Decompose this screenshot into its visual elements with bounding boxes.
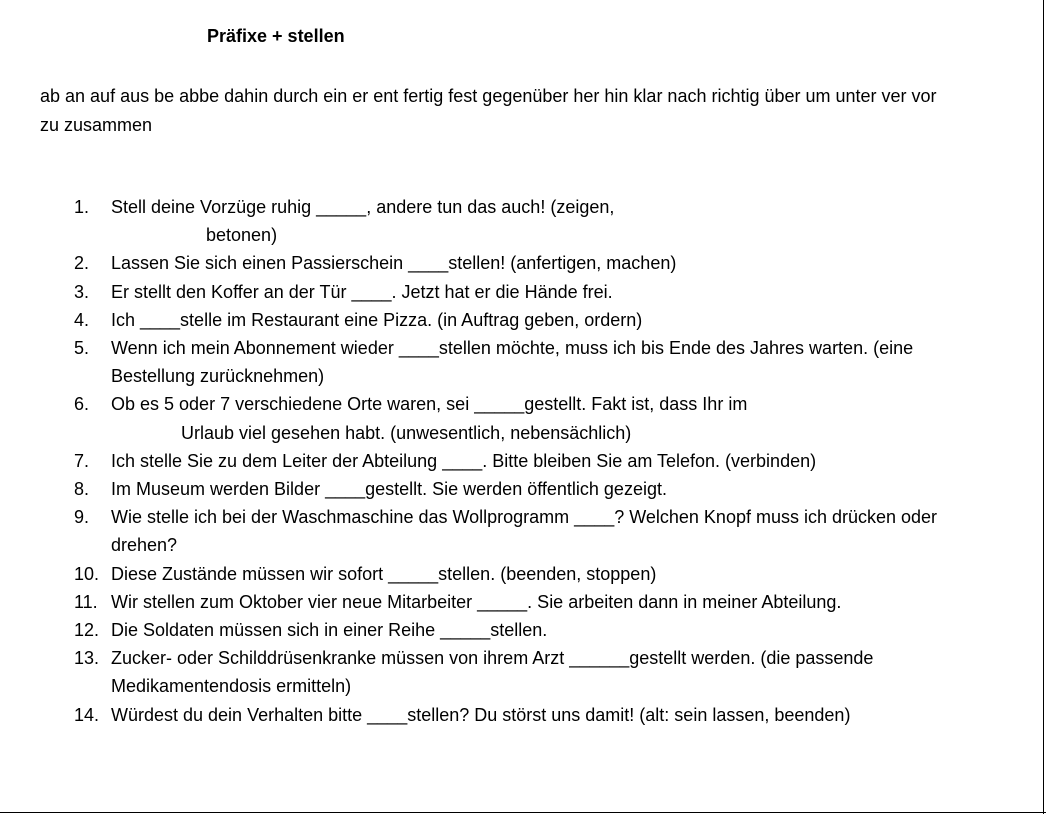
exercise-item: 6. Ob es 5 oder 7 verschiedene Orte ware… xyxy=(0,390,951,446)
exercise-text: Ich stelle Sie zu dem Leiter der Abteilu… xyxy=(111,450,817,471)
exercise-text: Ich ____stelle im Restaurant eine Pizza.… xyxy=(111,309,643,330)
exercise-text: Er stellt den Koffer an der Tür ____. Je… xyxy=(111,281,613,302)
exercise-item: 12. Die Soldaten müssen sich in einer Re… xyxy=(0,616,951,644)
exercise-item: 9. Wie stelle ich bei der Waschmaschine … xyxy=(0,503,951,559)
exercise-text: Lassen Sie sich einen Passierschein ____… xyxy=(111,253,677,274)
exercise-item: 7. Ich stelle Sie zu dem Leiter der Abte… xyxy=(0,447,951,475)
document-title: Präfixe + stellen xyxy=(207,26,345,46)
exercise-item: 8. Im Museum werden Bilder ____gestellt.… xyxy=(0,475,951,503)
exercise-number: 12. xyxy=(74,620,100,641)
exercise-item: 11. Wir stellen zum Oktober vier neue Mi… xyxy=(0,588,951,616)
prefix-list: ab an auf aus be abbe dahin durch ein er… xyxy=(40,86,937,135)
exercise-item: 5. Wenn ich mein Abonnement wieder ____s… xyxy=(0,334,951,390)
exercise-number: 9. xyxy=(74,507,90,528)
exercise-item: 1. Stell deine Vorzüge ruhig _____, ande… xyxy=(0,193,951,249)
exercise-text-continuation: Urlaub viel gesehen habt. (unwesentlich,… xyxy=(181,422,632,443)
exercise-list: 1. Stell deine Vorzüge ruhig _____, ande… xyxy=(0,193,951,729)
document-page: Präfixe + stellen ab an auf aus be abbe … xyxy=(0,0,1046,814)
exercise-item: 2. Lassen Sie sich einen Passierschein _… xyxy=(0,249,951,277)
exercise-item: 14. Würdest du dein Verhalten bitte ____… xyxy=(0,701,951,729)
exercise-number: 11. xyxy=(74,591,98,612)
exercise-number: 14. xyxy=(74,704,100,725)
exercise-text: Wie stelle ich bei der Waschmaschine das… xyxy=(111,507,938,556)
exercise-number: 3. xyxy=(74,281,90,302)
exercise-text: Würdest du dein Verhalten bitte ____stel… xyxy=(111,704,851,725)
exercise-number: 4. xyxy=(74,309,90,330)
exercise-number: 8. xyxy=(74,479,90,500)
exercise-text: Wenn ich mein Abonnement wieder ____stel… xyxy=(111,338,914,387)
exercise-text: Diese Zustände müssen wir sofort _____st… xyxy=(111,563,657,584)
exercise-number: 2. xyxy=(74,253,90,274)
exercise-text: Wir stellen zum Oktober vier neue Mitarb… xyxy=(111,591,842,612)
exercise-item: 4. Ich ____stelle im Restaurant eine Piz… xyxy=(0,306,951,334)
exercise-number: 5. xyxy=(74,338,90,359)
exercise-text: Die Soldaten müssen sich in einer Reihe … xyxy=(111,620,548,641)
exercise-text: Im Museum werden Bilder ____gestellt. Si… xyxy=(111,479,667,500)
exercise-text-continuation: betonen) xyxy=(206,225,278,246)
exercise-number: 7. xyxy=(74,450,90,471)
exercise-text: Ob es 5 oder 7 verschiedene Orte waren, … xyxy=(111,394,748,415)
exercise-item: 10. Diese Zustände müssen wir sofort ___… xyxy=(0,560,951,588)
page-bottom-border xyxy=(0,812,1046,813)
exercise-number: 6. xyxy=(74,394,90,415)
exercise-text: Zucker- oder Schilddrüsenkranke müssen v… xyxy=(111,648,874,697)
exercise-item: 13. Zucker- oder Schilddrüsenkranke müss… xyxy=(0,644,951,700)
exercise-number: 1. xyxy=(74,197,90,217)
exercise-item: 3. Er stellt den Koffer an der Tür ____.… xyxy=(0,278,951,306)
exercise-text: Stell deine Vorzüge ruhig _____, andere … xyxy=(111,197,615,217)
page-right-border xyxy=(1043,0,1044,814)
exercise-number: 10. xyxy=(74,563,100,584)
exercise-number: 13. xyxy=(74,648,100,669)
